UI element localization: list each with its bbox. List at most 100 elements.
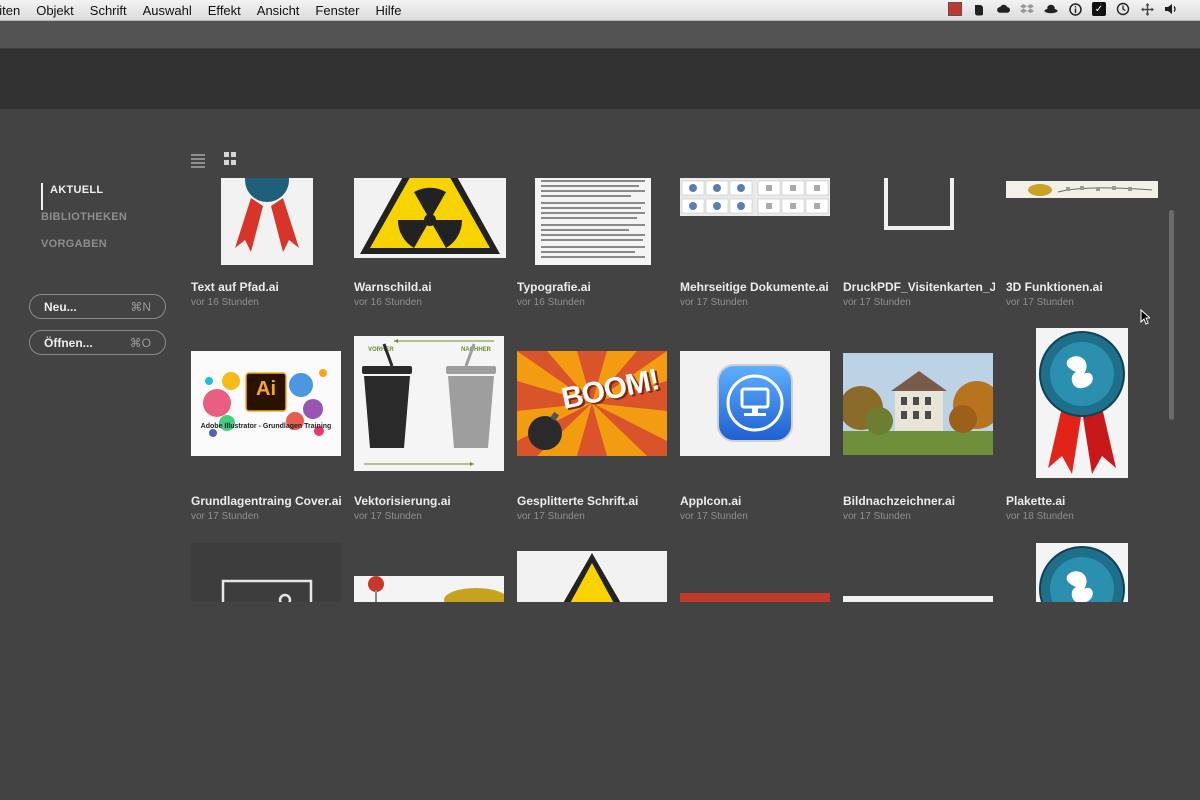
app-menu: eiten Objekt Schrift Auswahl Effekt Ansi… — [0, 3, 418, 18]
file-tile[interactable] — [1006, 543, 1158, 602]
file-name: Vektorisierung.ai — [354, 494, 451, 508]
file-modified: vor 17 Stunden — [517, 511, 585, 522]
file-name: Mehrseitige Dokumente.ai — [680, 280, 829, 294]
file-tile[interactable] — [354, 543, 506, 602]
cover-caption: Adobe Illustrator - Grundlagen Training — [200, 423, 332, 430]
file-thumbnail: Ai Adobe Illustrator - Grundlagen Traini… — [191, 351, 341, 456]
volume-icon[interactable] — [1164, 2, 1178, 16]
file-tile[interactable]: VORHER NACHHER Vektorisierung.ai vor 17 … — [354, 328, 506, 528]
hat-icon[interactable] — [1044, 2, 1058, 16]
nav-item-vorgaben[interactable]: VORGABEN — [41, 237, 127, 264]
file-name: Warnschild.ai — [354, 280, 432, 294]
menu-object[interactable]: Objekt — [36, 3, 74, 18]
file-thumbnail: VORHER NACHHER — [354, 336, 504, 471]
file-thumbnail — [680, 351, 830, 456]
file-name: Gesplitterte Schrift.ai — [517, 494, 639, 508]
menu-edit[interactable]: eiten — [0, 3, 20, 18]
file-thumbnail — [843, 353, 993, 455]
file-thumbnail — [517, 551, 667, 602]
file-tile[interactable]: Mehrseitige Dokumente.ai vor 17 Stunden — [680, 178, 832, 308]
file-tile[interactable]: Plakette.ai vor 18 Stunden — [1006, 328, 1158, 528]
grid-view-icon[interactable] — [224, 152, 238, 166]
start-workspace-header — [0, 49, 1200, 109]
file-tile[interactable]: 3D Funktionen.ai vor 17 Stunden — [1006, 178, 1158, 308]
menu-window[interactable]: Fenster — [315, 3, 359, 18]
file-modified: vor 17 Stunden — [354, 511, 422, 522]
file-modified: vor 16 Stunden — [354, 297, 422, 308]
file-modified: vor 18 Stunden — [1006, 511, 1074, 522]
file-modified: vor 17 Stunden — [843, 511, 911, 522]
file-thumbnail — [680, 178, 830, 216]
new-button-label: Neu... — [44, 299, 77, 314]
control-bar — [0, 21, 1200, 49]
file-modified: vor 17 Stunden — [191, 511, 259, 522]
open-button-label: Öffnen... — [44, 335, 93, 350]
file-thumbnail — [221, 178, 313, 265]
file-name: DruckPDF_Visitenkarten_JR... — [843, 280, 995, 294]
grid-scrollbar[interactable] — [1169, 210, 1174, 420]
file-modified: vor 17 Stunden — [680, 297, 748, 308]
file-tile[interactable]: Ai Adobe Illustrator - Grundlagen Traini… — [191, 328, 343, 528]
start-nav: AKTUELL BIBLIOTHEKEN VORGABEN — [41, 183, 127, 264]
file-tile[interactable]: Typografie.ai vor 16 Stunden — [517, 178, 669, 308]
file-thumbnail: BOOM! — [517, 351, 667, 456]
menu-select[interactable]: Auswahl — [143, 3, 192, 18]
file-name: Grundlagentraing Cover.ai — [191, 494, 342, 508]
file-modified: vor 16 Stunden — [517, 297, 585, 308]
info-icon[interactable] — [1068, 2, 1082, 16]
file-thumbnail — [883, 178, 955, 232]
menu-help[interactable]: Hilfe — [376, 3, 402, 18]
file-thumbnail — [680, 593, 830, 602]
file-tile[interactable] — [680, 543, 832, 602]
file-modified: vor 17 Stunden — [843, 297, 911, 308]
new-button-shortcut: ⌘N — [130, 299, 151, 314]
time-machine-icon[interactable] — [1116, 2, 1130, 16]
dropbox-icon[interactable] — [1020, 2, 1034, 16]
move-icon[interactable] — [1140, 2, 1154, 16]
file-tile[interactable]: AppIcon.ai vor 17 Stunden — [680, 328, 832, 528]
file-thumbnail — [1036, 328, 1128, 478]
checkbox-icon[interactable]: ✓ — [1092, 2, 1106, 16]
file-tile[interactable] — [191, 543, 343, 602]
nav-item-aktuell[interactable]: AKTUELL — [41, 183, 127, 210]
evernote-icon[interactable] — [972, 2, 986, 16]
file-tile[interactable]: Bildnachzeichner.ai vor 17 Stunden — [843, 328, 995, 528]
file-tile[interactable]: Text auf Pfad.ai vor 16 Stunden — [191, 178, 343, 308]
file-modified: vor 17 Stunden — [1006, 297, 1074, 308]
file-thumbnail — [535, 178, 651, 265]
file-tile[interactable] — [843, 543, 995, 602]
cloud-icon[interactable] — [996, 2, 1010, 16]
new-document-button[interactable]: Neu... ⌘N — [29, 294, 166, 319]
red-square-icon[interactable] — [948, 2, 962, 16]
recent-files-grid: Text auf Pfad.ai vor 16 Stunden Warnschi… — [180, 178, 1170, 602]
file-thumbnail — [1006, 181, 1158, 198]
list-view-icon[interactable] — [191, 152, 205, 168]
file-thumbnail — [354, 178, 506, 258]
menu-type[interactable]: Schrift — [90, 3, 127, 18]
file-name: 3D Funktionen.ai — [1006, 280, 1103, 294]
file-thumbnail — [354, 576, 504, 602]
status-tray: ✓ — [948, 2, 1178, 16]
file-name: Text auf Pfad.ai — [191, 280, 279, 294]
open-button-shortcut: ⌘O — [129, 335, 151, 350]
file-name: Typografie.ai — [517, 280, 591, 294]
open-document-button[interactable]: Öffnen... ⌘O — [29, 330, 166, 355]
file-name: Bildnachzeichner.ai — [843, 494, 956, 508]
ai-logo-text: Ai — [256, 378, 276, 400]
menu-bar: eiten Objekt Schrift Auswahl Effekt Ansi… — [0, 0, 1200, 21]
file-modified: vor 16 Stunden — [191, 297, 259, 308]
file-name: Plakette.ai — [1006, 494, 1066, 508]
file-name: AppIcon.ai — [680, 494, 742, 508]
menu-effect[interactable]: Effekt — [208, 3, 241, 18]
file-thumbnail — [843, 596, 993, 602]
file-tile[interactable]: Warnschild.ai vor 16 Stunden — [354, 178, 506, 308]
nav-item-bibliotheken[interactable]: BIBLIOTHEKEN — [41, 210, 127, 237]
mouse-cursor-icon — [1140, 309, 1150, 325]
file-thumbnail — [191, 543, 341, 602]
file-thumbnail — [1036, 543, 1128, 602]
file-tile[interactable]: BOOM! Gesplitterte Schrift.ai vor 17 Stu… — [517, 328, 669, 528]
file-tile[interactable]: DruckPDF_Visitenkarten_JR... vor 17 Stun… — [843, 178, 995, 308]
file-modified: vor 17 Stunden — [680, 511, 748, 522]
menu-view[interactable]: Ansicht — [257, 3, 300, 18]
file-tile[interactable] — [517, 543, 669, 602]
